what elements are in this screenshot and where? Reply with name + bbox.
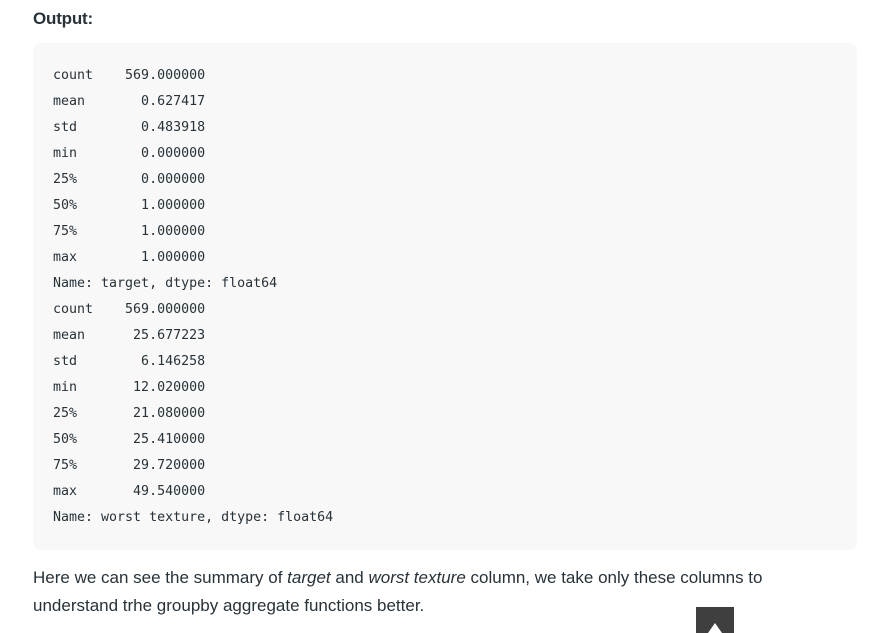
paragraph-text: Here we can see the summary of [33, 568, 288, 587]
code-line: std 0.483918 [53, 120, 206, 135]
emphasis-target: target [287, 568, 331, 587]
code-line: min 12.020000 [53, 380, 206, 395]
output-heading: Output: [33, 9, 93, 28]
scroll-to-top-button[interactable] [696, 607, 734, 633]
code-line: max 49.540000 [53, 484, 206, 499]
paragraph-text: and [330, 568, 369, 587]
code-line: max 1.000000 [53, 250, 206, 265]
code-line: 50% 1.000000 [53, 198, 206, 213]
code-line: min 0.000000 [53, 146, 206, 161]
code-line: count 569.000000 [53, 302, 206, 317]
code-line: Name: worst texture, dtype: float64 [53, 510, 334, 525]
code-line: count 569.000000 [53, 68, 206, 83]
code-line: 75% 1.000000 [53, 224, 206, 239]
code-line: 75% 29.720000 [53, 458, 206, 473]
code-output-block: count 569.000000 mean 0.627417 std 0.483… [33, 43, 857, 550]
arrow-up-icon [708, 623, 722, 633]
code-line: 25% 21.080000 [53, 406, 206, 421]
code-line: 25% 0.000000 [53, 172, 206, 187]
code-output-lines: count 569.000000 mean 0.627417 std 0.483… [53, 67, 333, 535]
code-line: 50% 25.410000 [53, 432, 206, 447]
code-line: std 6.146258 [53, 354, 206, 369]
code-line: mean 0.627417 [53, 94, 206, 109]
emphasis-worst-texture: worst texture [368, 568, 466, 587]
code-line: Name: target, dtype: float64 [53, 276, 278, 291]
code-line: mean 25.677223 [53, 328, 206, 343]
